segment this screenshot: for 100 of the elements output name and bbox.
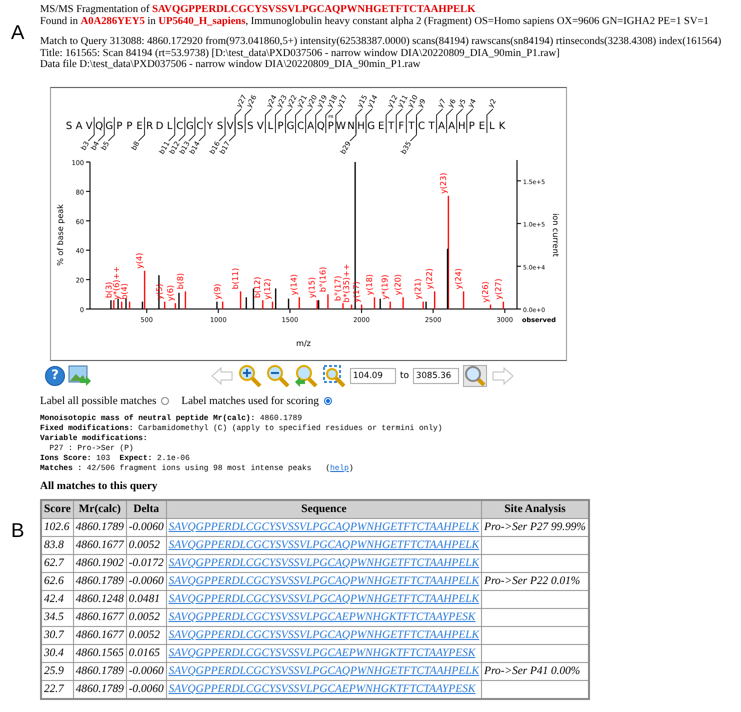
residue-letter: E [378,120,384,132]
axis-title: ion current [551,212,560,256]
peak-label: y(12) [262,278,272,300]
peak-label: y(27) [494,278,503,300]
section-heading: All matches to this query [40,480,158,492]
residue-letter: C [196,120,204,132]
residue-letter: P [126,120,132,132]
cleavage-tick [366,108,372,133]
residue-letter: G [186,120,194,132]
peak-label: y(6) [166,284,175,301]
axis-title: % of base peak [56,204,65,266]
table-cell: 4860.1248 [73,590,126,608]
table-cell: -0.0060 [126,662,166,680]
cleavage-tick [138,116,145,141]
panel-label: B [10,518,26,542]
peak-label: y(18) [364,274,374,295]
peak-label: y(4) [135,252,144,268]
table-cell: 4860.1677 [73,536,126,554]
cleavage-tick [88,116,95,141]
residue-letter: A [438,120,445,132]
table-cell: 42.4 [41,590,74,608]
zoom-fit-icon[interactable] [322,364,346,388]
radio-option[interactable]: Label all possible matches [40,394,170,406]
cleavage-tick [315,108,322,133]
cleavage-tick [264,108,272,133]
residue-letter: S [237,120,244,132]
column-header: Mr(calc) [73,500,126,518]
range-to-field[interactable]: 3085.36 [413,368,460,384]
image-export-icon[interactable] [68,364,92,386]
table-cell: 0.0052 [126,536,166,554]
search-button[interactable] [463,364,488,386]
residue-letter: W [336,120,346,132]
peak-label: b(3) [104,281,114,298]
table-cell: -0.0060 [126,680,166,698]
range-from-field[interactable]: 104.09 [350,368,396,384]
magnifier-icon[interactable] [294,364,318,388]
peak-label: y(9) [213,283,222,300]
residue-letter: Q [95,120,104,132]
cleavage-tick [108,116,115,141]
residue-letter: G [286,120,294,132]
residue-letter: T [388,120,394,132]
table-cell: 102.6 [41,518,74,536]
peak-label: b(11) [231,267,240,289]
peak-label: b*(35)++ [342,263,352,302]
residue-letter: K [498,120,506,132]
residue-letter: P [468,120,475,132]
residue-letter: L [166,120,172,132]
peak-label: b(8) [176,272,185,289]
cleavage-tick [466,108,474,133]
table-cell: 25.9 [41,662,74,680]
peak-label: b°(17) [333,275,342,301]
cleavage-tick [396,108,403,133]
residue-letter: Q [316,120,325,132]
table-cell: -0.0060 [126,518,166,536]
cleavage-tick [244,108,252,133]
residue-letter: L [489,120,495,132]
query-info-line: Title: 161565: Scan 84194 (rt=53.9738) [D:\test_data\PXD037506 - narrow window DIA\20220809_DIA_90min_P1.raw] [40,48,561,59]
query-info-line: Data file D:\test_data\PXD037506 - narrow window DIA\20220809_DIA_90min_P1.raw [40,59,422,70]
radio-option[interactable]: Label matches used for scoring [181,394,332,406]
peak-label: b(4) [120,282,130,300]
table-cell: 0.0052 [126,626,166,644]
cleavage-tick [188,116,196,141]
column-header: Sequence [166,500,482,518]
peak-label: y(22) [425,268,434,289]
cleavage-tick [446,108,454,133]
table-cell: 30.4 [41,644,74,662]
residue-letter: P [116,120,122,132]
peak-label: y(23) [438,172,448,194]
cleavage-tick [168,116,176,141]
panel-label: A [10,21,26,45]
residue-letter: C [297,120,304,132]
table-cell: -0.0172 [126,554,166,572]
peak-label: y*(6)++ [112,266,122,300]
residue-letter: A [76,120,82,132]
table-cell: 0.0481 [126,590,166,608]
column-header: Delta [126,500,166,518]
residue-letter: P [328,120,334,132]
table-cell: 0.0052 [126,608,166,626]
peak-label: b°(16) [318,266,328,292]
range-separator: to [400,370,410,380]
cleavage-tick [295,108,302,133]
peak-label: b(12) [253,276,262,298]
peak-label: y(21) [414,278,423,300]
help-button[interactable]: ? [45,366,65,386]
table-cell: 4860.1902 [73,554,126,572]
zoom-in-icon[interactable] [238,364,262,388]
zoom-out-icon[interactable] [266,364,290,388]
peak-label: y(15) [308,276,317,298]
residue-letter: T [408,120,414,132]
table-cell: 4860.1789 [73,680,126,698]
table-cell: 0.0165 [126,644,166,662]
table-cell: 4860.1565 [73,644,126,662]
residue-letter: H [357,120,365,132]
table-cell: 62.7 [41,554,74,572]
peak-label: y(17) [352,280,362,302]
residue-letter: V [226,120,234,132]
table-cell: 22.7 [41,680,74,698]
table-cell: 34.5 [41,608,74,626]
residue-letter: C [176,120,184,132]
cleavage-tick [456,108,464,133]
